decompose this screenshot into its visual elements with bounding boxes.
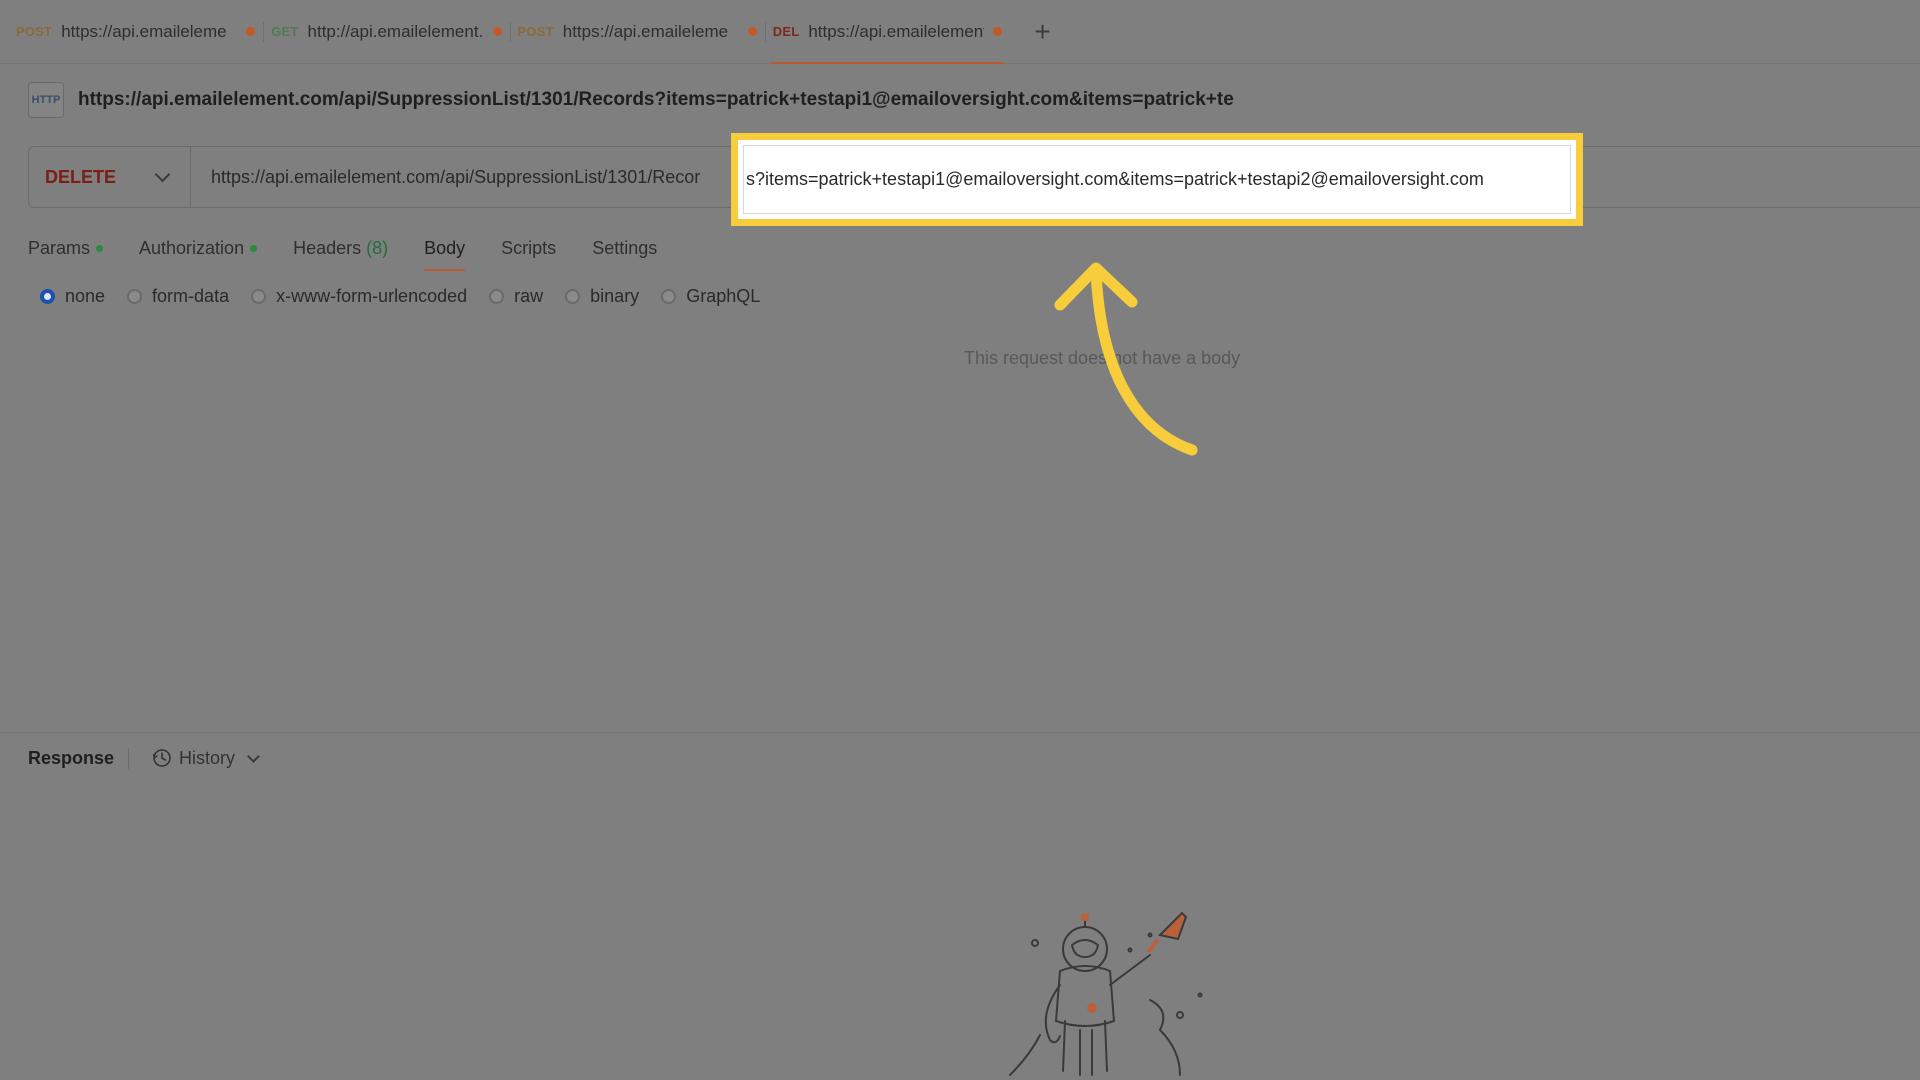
chevron-down-icon: [154, 166, 171, 183]
url-input[interactable]: https://api.emailelement.com/api/Suppres…: [191, 167, 741, 188]
tab-request-1[interactable]: POST https://api.emaileleme: [14, 0, 269, 64]
tab-headers[interactable]: Headers (8): [293, 238, 388, 259]
radio-unselected-icon: [661, 289, 677, 304]
tab-body[interactable]: Body: [424, 237, 466, 271]
chevron-down-icon: [247, 749, 260, 763]
tab-method: POST: [16, 24, 53, 39]
tab-params-label: Params: [28, 237, 91, 258]
radio-binary-label: binary: [590, 286, 640, 306]
active-indicator-dot-icon: [96, 244, 104, 252]
tab-request-4-active[interactable]: DEL https://api.emailelement: [764, 0, 1017, 64]
radio-graphql-label: GraphQL: [686, 286, 761, 306]
tab-method: DEL: [772, 24, 800, 39]
radio-graphql[interactable]: GraphQL: [661, 286, 760, 307]
new-tab-plus-icon[interactable]: +: [1034, 17, 1050, 46]
tab-request-2[interactable]: GET http://api.emailelement.: [263, 0, 515, 64]
tab-method: POST: [517, 24, 554, 39]
tab-authorization[interactable]: Authorization: [139, 237, 258, 259]
tab-method: GET: [271, 24, 299, 39]
radio-binary[interactable]: binary: [565, 286, 639, 307]
active-indicator-dot-icon: [250, 244, 258, 252]
tab-settings-label: Settings: [592, 237, 658, 258]
radio-urlencoded-label: x-www-form-urlencoded: [276, 286, 468, 306]
tab-authorization-label: Authorization: [139, 237, 245, 258]
http-request-icon: HTTP: [28, 82, 64, 118]
tab-url: https://api.emailelement: [808, 21, 985, 41]
radio-form-data[interactable]: form-data: [127, 286, 229, 307]
request-title[interactable]: https://api.emailelement.com/api/Suppres…: [78, 89, 1234, 111]
tab-scripts-label: Scripts: [501, 237, 557, 258]
radio-none[interactable]: none: [40, 286, 105, 307]
tab-body-label: Body: [424, 237, 466, 258]
tab-url: http://api.emailelement.: [307, 21, 484, 41]
url-highlight-callout: s?items=patrick+testapi1@emailoversight.…: [731, 133, 1583, 226]
history-label: History: [179, 747, 236, 768]
method-dropdown[interactable]: DELETE: [29, 147, 191, 207]
tab-url: https://api.emaileleme: [61, 21, 227, 41]
radio-selected-icon: [40, 289, 55, 304]
tab-request-3[interactable]: POST https://api.emaileleme: [509, 0, 771, 64]
radio-form-data-label: form-data: [152, 286, 230, 306]
unsaved-dot-icon: [993, 27, 1003, 36]
request-subtabs: Params Authorization Headers (8) Body Sc…: [28, 230, 693, 271]
radio-unselected-icon: [127, 289, 143, 304]
curved-arrow-icon: [1054, 262, 1198, 456]
unsaved-dot-icon: [492, 27, 502, 36]
radio-unselected-icon: [251, 289, 267, 304]
astronaut-rocket-illustration: [1009, 911, 1203, 1076]
tab-settings[interactable]: Settings: [592, 238, 657, 259]
radio-unselected-icon: [489, 289, 505, 304]
headers-count: (8): [366, 237, 389, 258]
response-title: Response: [28, 747, 130, 769]
radio-urlencoded[interactable]: x-www-form-urlencoded: [251, 286, 467, 307]
body-type-radios: none form-data x-www-form-urlencoded raw…: [40, 286, 782, 307]
url-query-highlighted[interactable]: s?items=patrick+testapi1@emailoversight.…: [738, 169, 1484, 190]
request-tabs-bar: POST https://api.emaileleme GET http://a…: [0, 0, 1920, 64]
radio-raw-label: raw: [514, 286, 544, 306]
unsaved-dot-icon: [246, 27, 256, 36]
request-title-row: HTTP https://api.emailelement.com/api/Su…: [28, 82, 1234, 118]
unsaved-dot-icon: [747, 27, 757, 36]
radio-raw[interactable]: raw: [489, 286, 543, 307]
history-dropdown[interactable]: History: [151, 747, 260, 769]
method-label: DELETE: [45, 166, 117, 187]
tab-headers-label: Headers: [293, 237, 362, 258]
response-bar: Response History: [28, 744, 260, 772]
history-clock-icon: [152, 749, 171, 767]
radio-unselected-icon: [565, 289, 581, 304]
response-divider: [0, 732, 1920, 733]
tab-params[interactable]: Params: [28, 237, 104, 259]
tab-url: https://api.emaileleme: [562, 21, 729, 41]
tab-scripts[interactable]: Scripts: [501, 238, 556, 259]
radio-none-label: none: [65, 286, 106, 306]
